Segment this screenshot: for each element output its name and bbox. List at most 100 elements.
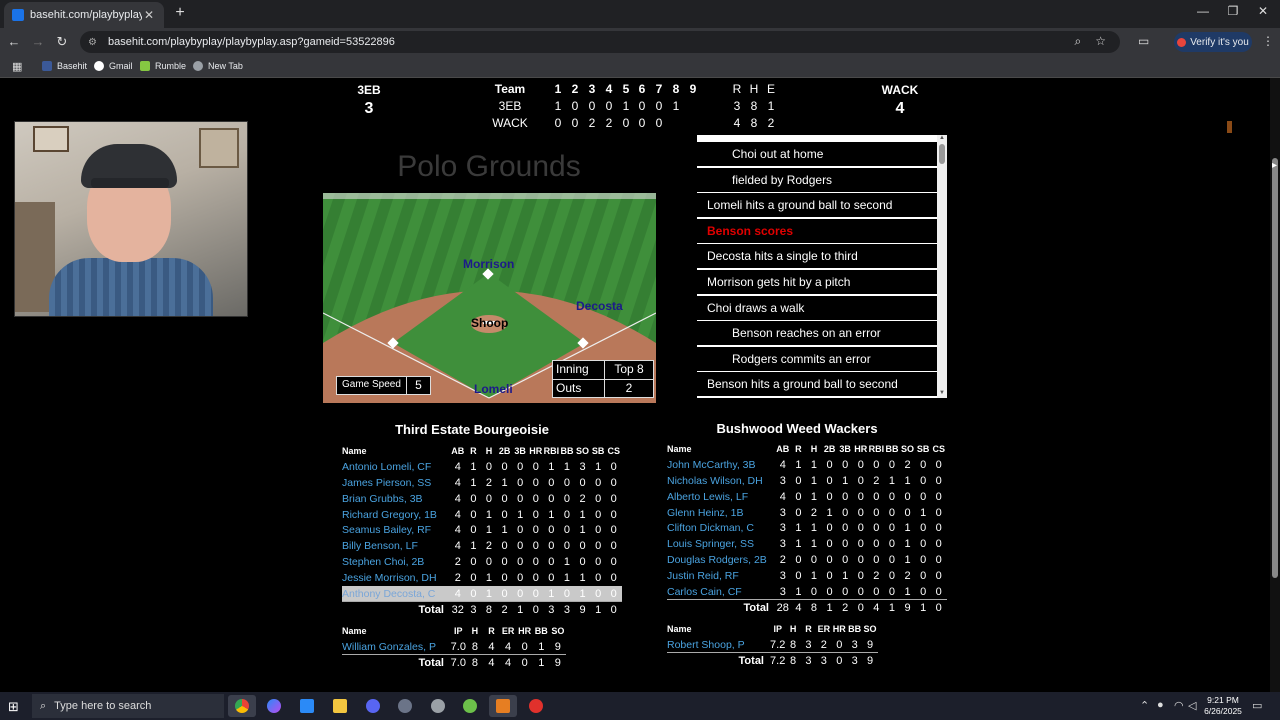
player-name-link[interactable]: Nicholas Wilson, DH (667, 473, 775, 489)
apps-grid-icon[interactable]: ▦ (12, 60, 22, 73)
site-info-icon[interactable]: ⚙ (88, 37, 100, 48)
minimize-button[interactable]: — (1188, 4, 1218, 18)
inning-header: 7 (655, 82, 663, 96)
app-taskbar-icon[interactable] (522, 695, 550, 717)
scroll-down-icon[interactable]: ▼ (937, 390, 947, 398)
volume-icon[interactable]: ◁ (1188, 699, 1196, 712)
bookmark-basehit[interactable]: Basehit (42, 61, 87, 71)
player-name-link[interactable]: Antonio Lomeli, CF (342, 459, 450, 475)
player-name-link[interactable]: James Pierson, SS (342, 475, 450, 491)
reload-icon[interactable]: ↻ (52, 33, 72, 51)
player-name-link[interactable]: Jessie Morrison, DH (342, 570, 450, 586)
verify-button[interactable]: Verify it's you (1174, 32, 1252, 52)
close-window-button[interactable]: ✕ (1248, 4, 1278, 18)
stat-cell: 1 (563, 460, 571, 473)
column-header: 2B (498, 445, 511, 456)
tab-close-icon[interactable]: ✕ (142, 8, 156, 22)
table-row[interactable]: Robert Shoop, P 7.2 8 3 2 0 3 9 (667, 637, 878, 653)
stat-cell: 4 (779, 490, 786, 503)
table-row[interactable]: Richard Gregory, 1B 4 0 1 0 1 0 1 0 1 0 0 (342, 507, 622, 523)
bookmark-gmail[interactable]: Gmail (94, 61, 133, 71)
total-cell: 1 (884, 599, 900, 616)
table-row[interactable]: Justin Reid, RF 3 0 1 0 1 0 2 0 2 0 0 (667, 568, 947, 584)
network-icon[interactable]: ◠ (1174, 699, 1184, 712)
table-row[interactable]: Brian Grubbs, 3B 4 0 0 0 0 0 0 0 2 0 0 (342, 491, 622, 507)
table-row[interactable]: John McCarthy, 3B 4 1 1 0 0 0 0 0 2 0 0 (667, 457, 947, 473)
table-row[interactable]: Anthony Decosta, C40100010100 (342, 586, 622, 602)
system-clock[interactable]: 9:21 PM 6/26/2025 (1200, 695, 1246, 717)
stat-cell: 3 (779, 522, 786, 535)
player-name-link[interactable]: Billy Benson, LF (342, 538, 450, 554)
app-taskbar-icon[interactable] (391, 695, 419, 717)
back-icon[interactable]: ← (4, 33, 24, 51)
player-name-link[interactable]: Carlos Cain, CF (667, 584, 775, 600)
scroll-thumb[interactable] (939, 144, 945, 164)
stat-cell: 1 (538, 640, 545, 653)
table-row[interactable]: Nicholas Wilson, DH 3 0 1 0 1 0 2 1 1 0 0 (667, 473, 947, 489)
scroll-up-icon[interactable]: ▲ (937, 135, 947, 143)
player-name-link[interactable]: Clifton Dickman, C (667, 520, 775, 536)
table-row[interactable]: Seamus Bailey, RF 4 0 1 1 0 0 0 0 1 0 0 (342, 522, 622, 538)
forward-icon[interactable]: → (28, 33, 48, 51)
page-scroll-thumb[interactable] (1272, 158, 1278, 578)
game-speed-value[interactable]: 5 (405, 377, 430, 394)
chrome-taskbar-icon[interactable] (228, 695, 256, 717)
bookmark-rumble[interactable]: Rumble (140, 61, 186, 71)
table-row[interactable]: Carlos Cain, CF 3 1 0 0 0 0 0 0 1 0 0 (667, 584, 947, 600)
menu-icon[interactable]: ⋮ (1262, 34, 1274, 48)
player-name-link[interactable]: Richard Gregory, 1B (342, 507, 450, 523)
browser-tab[interactable]: basehit.com/playbyplay/playby ✕ (4, 2, 164, 28)
cast-icon[interactable]: ▭ (1138, 34, 1149, 48)
table-row[interactable]: Antonio Lomeli, CF 4 1 0 0 0 0 1 1 3 1 0 (342, 459, 622, 475)
app-taskbar-icon[interactable] (424, 695, 452, 717)
microphone-icon[interactable]: ● (1157, 699, 1164, 711)
table-row[interactable]: Clifton Dickman, C31100000100 (667, 520, 947, 536)
column-header: BB (885, 443, 899, 454)
zoom-icon[interactable]: ⌕ (1075, 34, 1082, 49)
play-by-play-scrollbar[interactable]: ▲ ▼ (937, 135, 947, 398)
player-name-link[interactable]: Glenn Heinz, 1B (667, 505, 775, 521)
table-row[interactable]: Jessie Morrison, DH 2 0 1 0 0 0 0 1 1 0 0 (342, 570, 622, 586)
player-name-link[interactable]: Justin Reid, RF (667, 568, 775, 584)
table-row[interactable]: Glenn Heinz, 1B 3 0 2 1 0 0 0 0 0 1 0 (667, 505, 947, 521)
table-row[interactable]: Louis Springer, SS 3 1 1 0 0 0 0 0 1 0 0 (667, 536, 947, 552)
player-name-link[interactable]: Seamus Bailey, RF (342, 522, 450, 538)
play-entry: Morrison gets hit by a pitch (697, 269, 937, 294)
game-speed-control[interactable]: Game Speed 5 (336, 376, 431, 395)
notifications-icon[interactable]: ▭ (1252, 699, 1262, 712)
table-row[interactable]: Alberto Lewis, LF 4 0 1 0 0 0 0 0 0 0 0 (667, 489, 947, 505)
player-name-link[interactable]: Douglas Rodgers, 2B (667, 552, 775, 568)
maximize-button[interactable]: ❐ (1218, 4, 1248, 18)
column-header: CS (607, 445, 620, 456)
player-name-link[interactable]: Brian Grubbs, 3B (342, 491, 450, 507)
table-row[interactable]: James Pierson, SS 4 1 2 1 0 0 0 0 0 0 0 (342, 475, 622, 491)
pitcher-name-link[interactable]: William Gonzales, P (342, 639, 450, 655)
player-name-link[interactable]: Louis Springer, SS (667, 536, 775, 552)
address-bar[interactable]: ⚙ basehit.com/playbyplay/playbyplay.asp?… (80, 31, 1120, 53)
stat-cell: 4 (450, 586, 466, 602)
player-name-link[interactable]: Stephen Choi, 2B (342, 554, 450, 570)
taskbar-search[interactable]: ⌕ Type here to search (32, 694, 224, 718)
store-taskbar-icon[interactable] (293, 695, 321, 717)
player-name-link[interactable]: Alberto Lewis, LF (667, 489, 775, 505)
table-row[interactable]: Billy Benson, LF 4 1 2 0 0 0 0 0 0 0 0 (342, 538, 622, 554)
new-tab-button[interactable]: + (170, 4, 190, 22)
file-explorer-taskbar-icon[interactable] (326, 695, 354, 717)
play-by-play-log[interactable]: Choi out at home fielded by Rodgers Lomeli… (697, 135, 947, 398)
bookmark-star-icon[interactable]: ☆ (1095, 34, 1106, 49)
player-name-link[interactable]: Anthony Decosta, C (342, 586, 450, 602)
table-row[interactable]: William Gonzales, P 7.0 8 4 4 0 1 9 (342, 639, 566, 655)
table-row[interactable]: Douglas Rodgers, 2B 2 0 0 0 0 0 0 0 1 0 0 (667, 552, 947, 568)
pitcher-name-link[interactable]: Robert Shoop, P (667, 637, 770, 653)
discord-taskbar-icon[interactable] (359, 695, 387, 717)
stat-cell: 0 (595, 476, 602, 489)
app-taskbar-icon[interactable] (456, 695, 484, 717)
table-row[interactable]: Stephen Choi, 2B 2 0 0 0 0 0 0 1 0 0 0 (342, 554, 622, 570)
tray-chevron-icon[interactable]: ⌃ (1140, 699, 1149, 712)
total-cell: 8 (806, 599, 822, 616)
windows-start-icon[interactable]: ⊞ (8, 699, 19, 715)
copilot-taskbar-icon[interactable] (260, 695, 288, 717)
app-taskbar-icon[interactable] (489, 695, 517, 717)
player-name-link[interactable]: John McCarthy, 3B (667, 457, 775, 473)
bookmark-new-tab[interactable]: New Tab (193, 61, 243, 71)
